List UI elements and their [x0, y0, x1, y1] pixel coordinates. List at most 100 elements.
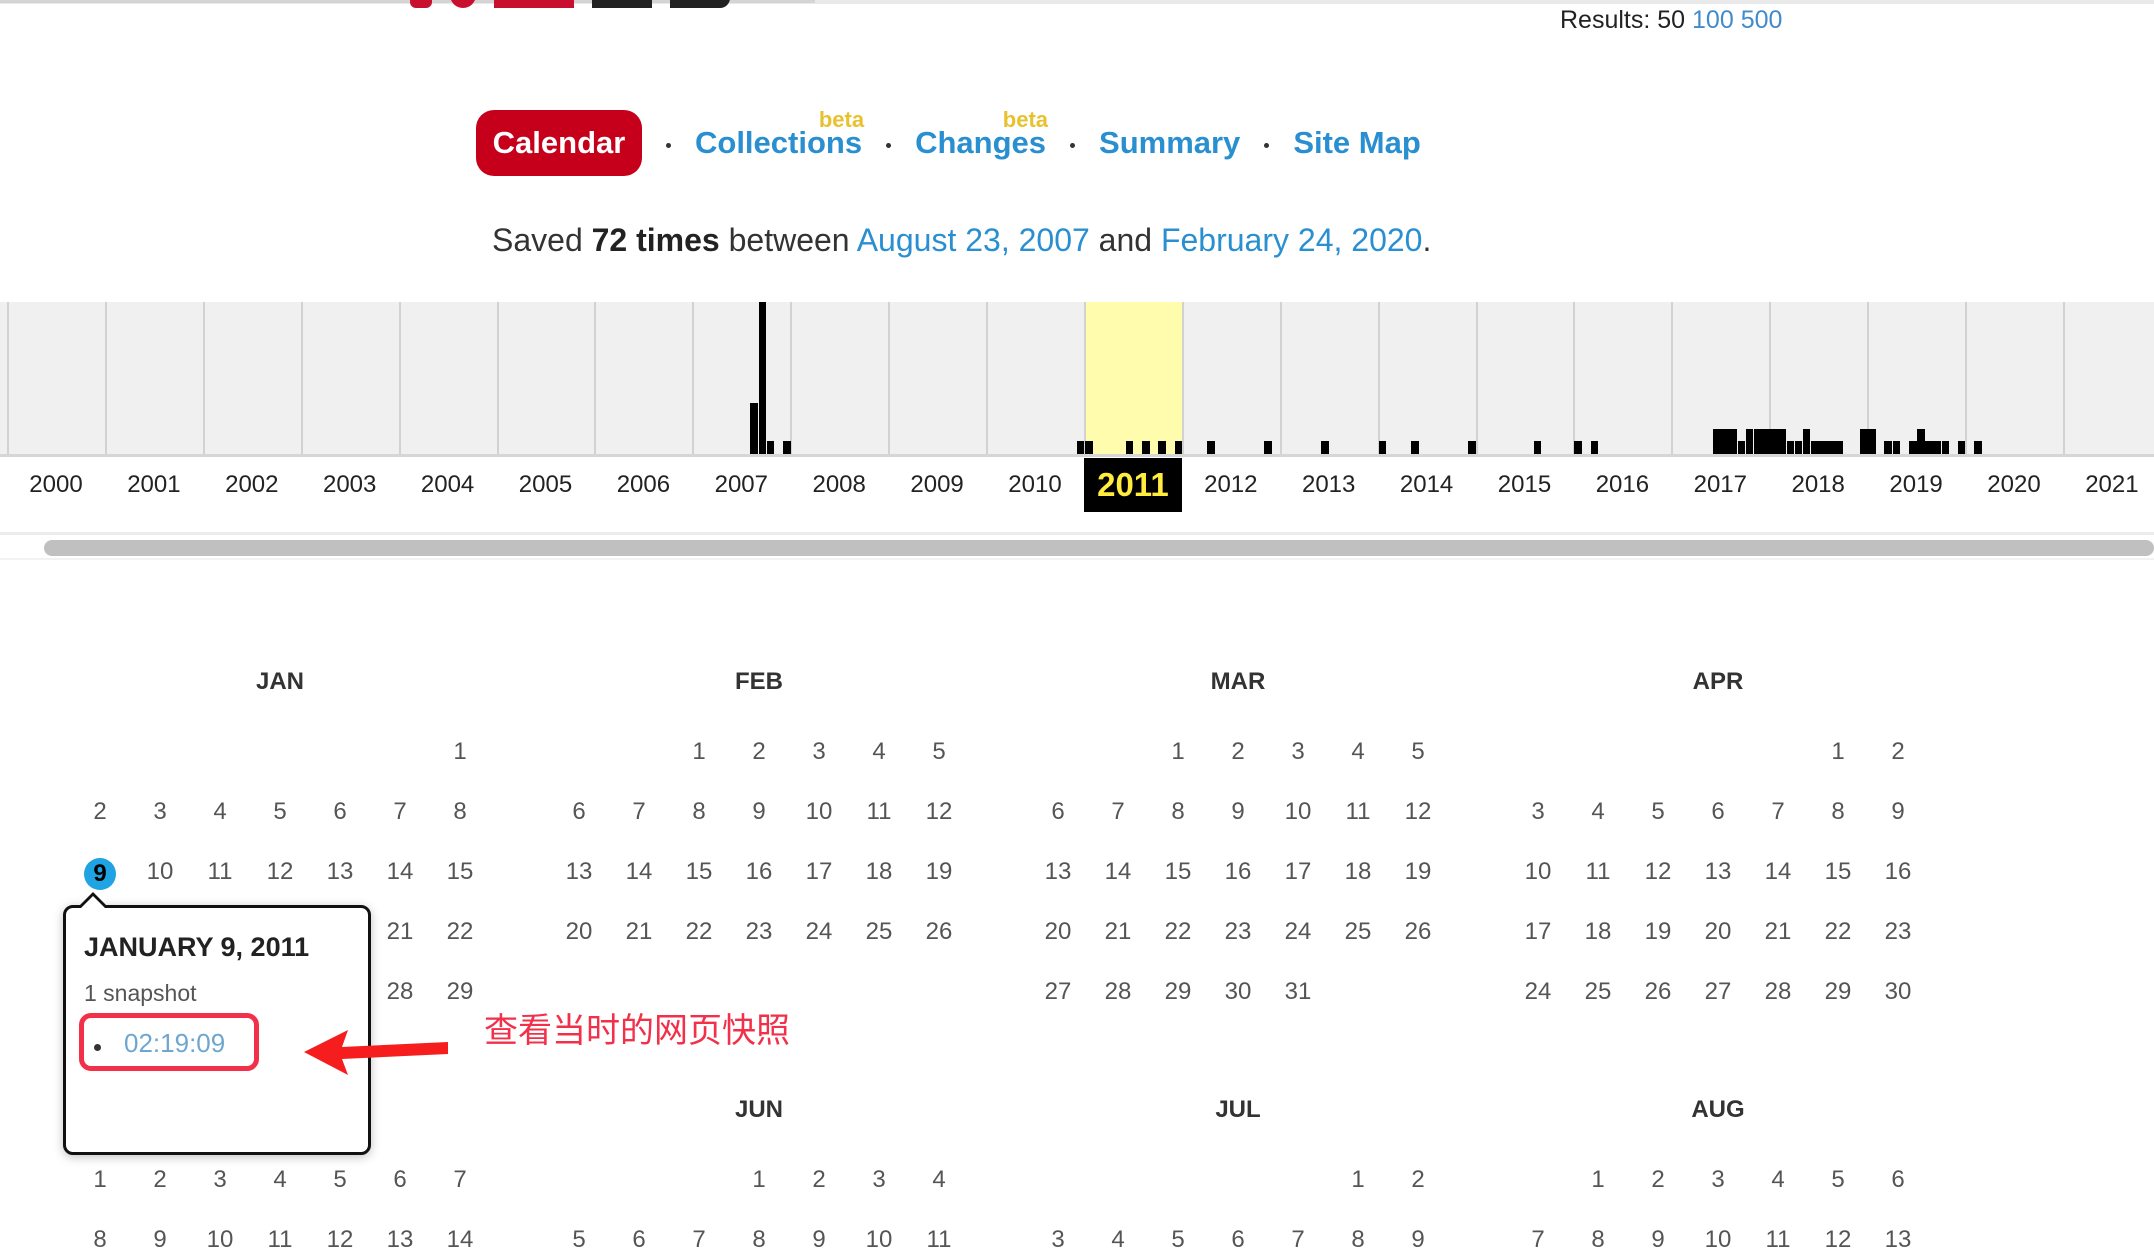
histogram-bar-2018-1[interactable]	[1770, 429, 1778, 454]
histogram-bar-2010-12[interactable]	[1076, 441, 1085, 454]
histogram-bar-2017-6[interactable]	[1713, 429, 1721, 454]
year-label-2021[interactable]: 2021	[2063, 458, 2154, 512]
year-label-2008[interactable]: 2008	[790, 458, 888, 512]
histogram-bar-2019-12[interactable]	[1957, 441, 1966, 454]
year-column-2019[interactable]	[1867, 302, 1965, 454]
histogram-bar-2018-6[interactable]	[1810, 441, 1819, 454]
year-column-2010[interactable]	[986, 302, 1084, 454]
year-column-2020[interactable]	[1965, 302, 2063, 454]
year-column-2014[interactable]	[1377, 302, 1476, 454]
histogram-bar-2015-8[interactable]	[1533, 441, 1542, 454]
year-label-2017[interactable]: 2017	[1671, 458, 1769, 512]
histogram-bar-2016-3[interactable]	[1590, 441, 1599, 454]
histogram-bar-2012-4[interactable]	[1207, 441, 1215, 454]
histogram-bar-2014-5[interactable]	[1411, 441, 1419, 454]
histogram-bar-2013-6[interactable]	[1321, 441, 1330, 454]
histogram-bar-2011-12[interactable]	[1174, 441, 1183, 454]
histogram-bar-2014-1[interactable]	[1378, 441, 1387, 454]
year-label-2001[interactable]: 2001	[105, 458, 203, 512]
histogram-bar-2007-8[interactable]	[750, 403, 759, 454]
year-label-2016[interactable]: 2016	[1573, 458, 1671, 512]
nav-summary-link[interactable]: Summary	[1099, 125, 1240, 161]
year-column-2005[interactable]	[496, 302, 595, 454]
horizontal-scrollbar[interactable]	[44, 540, 2154, 556]
histogram-bar-2019-4[interactable]	[1892, 441, 1901, 454]
year-label-2010[interactable]: 2010	[986, 458, 1084, 512]
histogram-bar-2011-10[interactable]	[1158, 441, 1166, 454]
histogram-bar-2019-8[interactable]	[1925, 441, 1933, 454]
year-column-2012[interactable]	[1181, 302, 1280, 454]
year-column-2013[interactable]	[1279, 302, 1378, 454]
year-label-2002[interactable]: 2002	[203, 458, 301, 512]
year-label-2011[interactable]: 2011	[1083, 458, 1182, 512]
year-label-2007[interactable]: 2007	[692, 458, 790, 512]
histogram-bar-2019-7[interactable]	[1917, 429, 1925, 454]
wayback-logo[interactable]	[410, 0, 730, 8]
year-column-2004[interactable]	[398, 302, 497, 454]
histogram-bar-2018-5[interactable]	[1802, 429, 1811, 454]
histogram-bar-2011-1[interactable]	[1084, 441, 1093, 454]
year-column-2011[interactable]	[1083, 302, 1182, 454]
histogram-bar-2011-6[interactable]	[1125, 441, 1134, 454]
histogram-bar-2019-10[interactable]	[1941, 441, 1950, 454]
histogram-bar-2018-3[interactable]	[1786, 441, 1795, 454]
histogram-bar-2019-3[interactable]	[1884, 441, 1893, 454]
histogram-bar-2007-10[interactable]	[766, 441, 775, 454]
nav-changes-link[interactable]: Changes beta	[915, 107, 1048, 161]
histogram-bar-2012-11[interactable]	[1264, 441, 1273, 454]
year-column-2000[interactable]	[7, 302, 105, 454]
histogram-bar-2014-12[interactable]	[1468, 441, 1476, 454]
histogram-bar-2017-9[interactable]	[1737, 441, 1746, 454]
year-label-2015[interactable]: 2015	[1476, 458, 1574, 512]
histogram-bar-2007-12[interactable]	[783, 441, 791, 454]
histogram-bar-2011-8[interactable]	[1142, 441, 1150, 454]
histogram-bar-2019-1[interactable]	[1868, 429, 1876, 454]
year-label-2014[interactable]: 2014	[1378, 458, 1476, 512]
year-label-2000[interactable]: 2000	[7, 458, 105, 512]
histogram-bar-2018-4[interactable]	[1794, 441, 1803, 454]
year-label-2003[interactable]: 2003	[301, 458, 399, 512]
year-column-2015[interactable]	[1475, 302, 1574, 454]
year-column-2003[interactable]	[300, 302, 399, 454]
calendar-day-with-snapshot[interactable]: 9	[70, 858, 130, 890]
histogram-bar-2018-12[interactable]	[1859, 429, 1868, 454]
histogram-bar-2019-6[interactable]	[1908, 441, 1917, 454]
year-label-2009[interactable]: 2009	[888, 458, 986, 512]
year-label-2013[interactable]: 2013	[1280, 458, 1378, 512]
year-label-2004[interactable]: 2004	[399, 458, 497, 512]
year-column-2001[interactable]	[104, 302, 203, 454]
year-label-2020[interactable]: 2020	[1965, 458, 2063, 512]
results-option-500[interactable]: 500	[1741, 6, 1783, 34]
year-label-2018[interactable]: 2018	[1769, 458, 1867, 512]
histogram-bar-2017-11[interactable]	[1753, 429, 1762, 454]
histogram-bar-2018-7[interactable]	[1819, 441, 1827, 454]
year-column-2008[interactable]	[790, 302, 888, 454]
year-column-2021[interactable]	[2062, 302, 2154, 454]
results-option-100[interactable]: 100	[1692, 6, 1734, 34]
nav-sitemap-link[interactable]: Site Map	[1293, 125, 1420, 161]
histogram-bar-2017-7[interactable]	[1721, 429, 1729, 454]
histogram-bar-2017-8[interactable]	[1729, 429, 1738, 454]
nav-collections-link[interactable]: Collections beta	[695, 107, 864, 161]
year-column-2006[interactable]	[594, 302, 692, 454]
histogram-bar-2016-1[interactable]	[1574, 441, 1583, 454]
histogram-bar-2018-9[interactable]	[1835, 441, 1844, 454]
year-column-2016[interactable]	[1573, 302, 1671, 454]
histogram-bar-2020-2[interactable]	[1974, 441, 1982, 454]
year-label-2012[interactable]: 2012	[1182, 458, 1280, 512]
last-capture-link[interactable]: February 24, 2020	[1161, 222, 1423, 258]
year-label-2006[interactable]: 2006	[594, 458, 692, 512]
year-column-2009[interactable]	[888, 302, 986, 454]
year-label-2005[interactable]: 2005	[497, 458, 595, 512]
nav-calendar-tab[interactable]: Calendar	[476, 110, 642, 176]
snapshot-day-marker[interactable]: 9	[84, 858, 116, 890]
capture-histogram[interactable]	[0, 302, 2154, 454]
histogram-bar-2017-12[interactable]	[1762, 429, 1770, 454]
year-label-2019[interactable]: 2019	[1867, 458, 1965, 512]
histogram-bar-2018-2[interactable]	[1778, 429, 1786, 454]
year-column-2007[interactable]	[692, 302, 790, 454]
first-capture-link[interactable]: August 23, 2007	[857, 222, 1090, 258]
histogram-bar-2019-9[interactable]	[1933, 441, 1942, 454]
year-column-2002[interactable]	[202, 302, 301, 454]
histogram-bar-2017-10[interactable]	[1745, 429, 1754, 454]
